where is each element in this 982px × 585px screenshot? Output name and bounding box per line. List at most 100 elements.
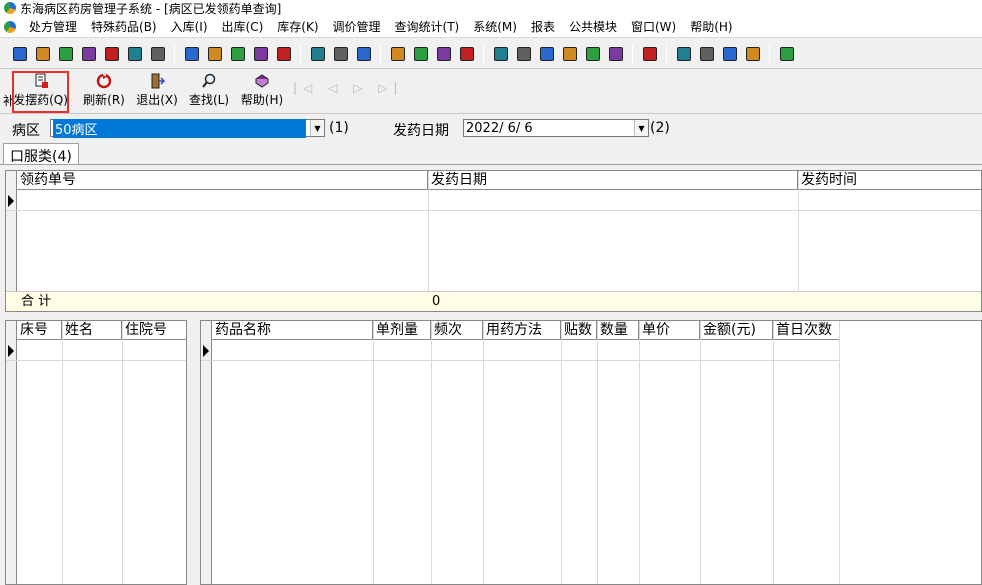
dispense-list-grid[interactable]: 领药单号 发药日期 发药时间 合 计 0 bbox=[5, 170, 982, 312]
chevron-down-icon[interactable]: ▼ bbox=[310, 120, 324, 136]
folder-icon[interactable] bbox=[182, 44, 201, 63]
find-button[interactable]: 查找(L) bbox=[187, 73, 231, 111]
col-first-day-times[interactable]: 首日次数 bbox=[773, 321, 840, 340]
exit-button[interactable]: 退出(X) bbox=[135, 73, 179, 111]
search-icon[interactable] bbox=[560, 44, 579, 63]
hexagon-icon[interactable] bbox=[640, 44, 659, 63]
menu-price-adjust[interactable]: 调价管理 bbox=[326, 18, 388, 35]
col-doses[interactable]: 贴数 bbox=[561, 321, 597, 340]
dispense-date-label: 发药日期 bbox=[393, 123, 449, 139]
find-button-label: 查找(L) bbox=[188, 93, 230, 107]
refresh-icon bbox=[96, 73, 112, 89]
app-logo-icon bbox=[4, 20, 16, 33]
total-value: 0 bbox=[432, 294, 441, 309]
toolbar-separator bbox=[483, 43, 484, 64]
col-amount[interactable]: 金额(元) bbox=[700, 321, 773, 340]
list-icon[interactable] bbox=[697, 44, 716, 63]
search-icon bbox=[202, 73, 216, 88]
zoom-icon[interactable] bbox=[674, 44, 693, 63]
person-icon[interactable] bbox=[491, 44, 510, 63]
chart-icon[interactable] bbox=[308, 44, 327, 63]
checkmark-icon[interactable] bbox=[228, 44, 247, 63]
menu-special-drugs[interactable]: 特殊药品(B) bbox=[84, 18, 164, 35]
exit-icon[interactable] bbox=[777, 44, 796, 63]
tab-oral[interactable]: 口服类(4) bbox=[3, 143, 79, 165]
col-inpatient-no[interactable]: 住院号 bbox=[122, 321, 186, 340]
close-icon[interactable] bbox=[583, 44, 602, 63]
bottle-icon[interactable] bbox=[33, 44, 52, 63]
col-quantity[interactable]: 数量 bbox=[597, 321, 639, 340]
menu-inventory[interactable]: 库存(K) bbox=[270, 18, 325, 35]
document-icon[interactable] bbox=[251, 44, 270, 63]
window-title: 东海病区药房管理子系统 - [病区已发领药单查询] bbox=[20, 1, 282, 16]
ward-label: 病区 bbox=[12, 123, 40, 139]
trash-icon[interactable] bbox=[434, 44, 453, 63]
col-unit-dose[interactable]: 单剂量 bbox=[373, 321, 431, 340]
drawer-icon[interactable] bbox=[514, 44, 533, 63]
app-logo-icon bbox=[4, 2, 16, 14]
col-frequency[interactable]: 频次 bbox=[431, 321, 483, 340]
dispense-button[interactable]: 发摆药(Q) bbox=[12, 71, 69, 113]
dispense-date-value: 2022/ 6/ 6 bbox=[466, 120, 533, 136]
col-dispense-time[interactable]: 发药时间 bbox=[798, 171, 981, 190]
record-navigator[interactable]: |◁ ◁ ▷ ▷| bbox=[293, 81, 403, 95]
col-bed-no[interactable]: 床号 bbox=[17, 321, 62, 340]
date-hotkey: (2) bbox=[650, 120, 670, 136]
title-bar: 东海病区药房管理子系统 - [病区已发领药单查询] bbox=[0, 0, 982, 16]
current-row-icon bbox=[8, 195, 14, 207]
toolbar-separator bbox=[666, 43, 667, 64]
help-button-label: 帮助(H) bbox=[240, 93, 284, 107]
total-row: 合 计 0 bbox=[6, 291, 981, 311]
thermometer-icon[interactable] bbox=[537, 44, 556, 63]
clipboard-icon[interactable] bbox=[205, 44, 224, 63]
menu-window[interactable]: 窗口(W) bbox=[624, 18, 683, 35]
total-label: 合 计 bbox=[21, 294, 52, 309]
dispense-date-picker[interactable]: 2022/ 6/ 6 ▼ bbox=[463, 119, 649, 137]
binoculars-icon[interactable] bbox=[102, 44, 121, 63]
col-drug-name[interactable]: 药品名称 bbox=[212, 321, 373, 340]
refresh-button[interactable]: 刷新(R) bbox=[82, 73, 126, 111]
drug-grid[interactable]: 药品名称 单剂量 频次 用药方法 贴数 数量 单价 金额(元) 首日次数 bbox=[200, 320, 982, 585]
arrow-icon[interactable] bbox=[743, 44, 762, 63]
menu-reports[interactable]: 报表 bbox=[524, 18, 562, 35]
menu-help[interactable]: 帮助(H) bbox=[683, 18, 739, 35]
chevron-down-icon[interactable]: ▼ bbox=[634, 120, 648, 136]
col-dispense-date[interactable]: 发药日期 bbox=[428, 171, 798, 190]
ward-select[interactable]: 50病区 ▼ bbox=[50, 118, 325, 138]
toolbar-separator bbox=[174, 43, 175, 64]
menu-system[interactable]: 系统(M) bbox=[466, 18, 524, 35]
toolbar-separator bbox=[380, 43, 381, 64]
menu-stock-in[interactable]: 入库(I) bbox=[164, 18, 215, 35]
ward-select-value: 50病区 bbox=[53, 118, 306, 138]
col-name[interactable]: 姓名 bbox=[62, 321, 122, 340]
menu-prescription[interactable]: 处方管理 bbox=[22, 18, 84, 35]
bell-icon[interactable] bbox=[388, 44, 407, 63]
help-button[interactable]: 帮助(H) bbox=[240, 73, 284, 111]
export-icon[interactable] bbox=[274, 44, 293, 63]
folder-open-icon[interactable] bbox=[606, 44, 625, 63]
tree-icon[interactable] bbox=[720, 44, 739, 63]
current-row-icon bbox=[8, 345, 14, 357]
icon-toolbar bbox=[0, 39, 982, 69]
patient-grid[interactable]: 床号 姓名 住院号 bbox=[5, 320, 187, 585]
help-book-icon bbox=[255, 74, 269, 88]
grid-icon[interactable] bbox=[354, 44, 373, 63]
menu-stock-out[interactable]: 出库(C) bbox=[215, 18, 271, 35]
check-icon[interactable] bbox=[56, 44, 75, 63]
filter-row: 病区 50病区 ▼ (1) 发药日期 2022/ 6/ 6 ▼ (2) bbox=[0, 115, 982, 141]
warning-icon[interactable] bbox=[411, 44, 430, 63]
action-toolbar: 补 发摆药(Q) 刷新(R) 退出(X) 查找(L) 帮助(H) |◁ ◁ ▷ … bbox=[0, 70, 982, 114]
col-unit-price[interactable]: 单价 bbox=[639, 321, 700, 340]
calculator-icon[interactable] bbox=[331, 44, 350, 63]
user-icon[interactable] bbox=[457, 44, 476, 63]
menu-public-modules[interactable]: 公共模块 bbox=[562, 18, 624, 35]
col-usage[interactable]: 用药方法 bbox=[483, 321, 561, 340]
lab-icon[interactable] bbox=[125, 44, 144, 63]
menu-query-stats[interactable]: 查询统计(T) bbox=[388, 18, 467, 35]
toolbar-separator bbox=[769, 43, 770, 64]
report-icon[interactable] bbox=[79, 44, 98, 63]
tab-strip bbox=[0, 164, 982, 168]
printer-icon[interactable] bbox=[10, 44, 29, 63]
cut-icon[interactable] bbox=[148, 44, 167, 63]
col-dispense-no[interactable]: 领药单号 bbox=[17, 171, 428, 190]
